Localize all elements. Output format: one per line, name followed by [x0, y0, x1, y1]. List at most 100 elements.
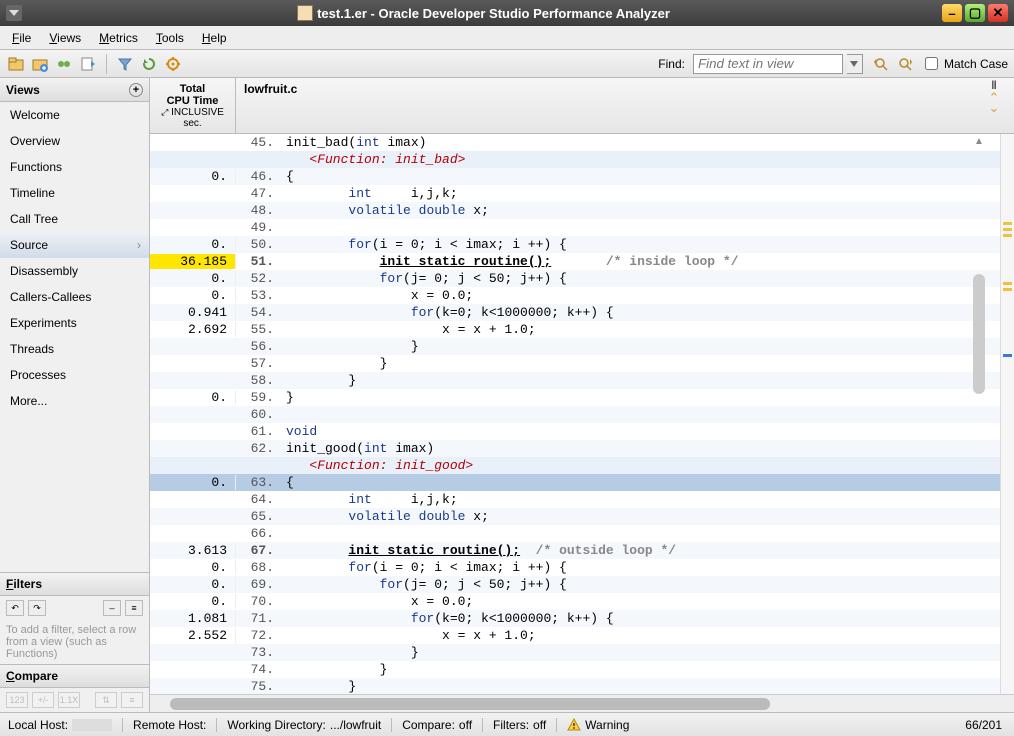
- compare-mode-3[interactable]: 1.1X: [58, 692, 80, 708]
- filters-header: Filters: [0, 573, 149, 596]
- compare-mode-2[interactable]: +/-: [32, 692, 54, 708]
- sidebar-item-processes[interactable]: Processes: [0, 362, 149, 388]
- source-line[interactable]: 0.68. for(i = 0; i < imax; i ++) {: [150, 559, 1000, 576]
- source-line[interactable]: 0.70. x = 0.0;: [150, 593, 1000, 610]
- maximize-button[interactable]: ▢: [965, 4, 985, 22]
- filter-undo-icon[interactable]: ↶: [6, 600, 24, 616]
- source-line[interactable]: 0.50. for(i = 0; i < imax; i ++) {: [150, 236, 1000, 253]
- source-line[interactable]: 74. }: [150, 661, 1000, 678]
- export-icon[interactable]: [78, 54, 98, 74]
- source-line[interactable]: 0.59.}: [150, 389, 1000, 406]
- compare-swap-icon[interactable]: ⇅: [95, 692, 117, 708]
- source-line[interactable]: 62.init_good(int imax): [150, 440, 1000, 457]
- source-line[interactable]: 64. int i,j,k;: [150, 491, 1000, 508]
- source-line[interactable]: 58. }: [150, 372, 1000, 389]
- minimap-mark[interactable]: [1003, 228, 1012, 231]
- source-line[interactable]: 60.: [150, 406, 1000, 423]
- code-cell: for(j= 0; j < 50; j++) {: [280, 271, 1000, 286]
- minimap-mark[interactable]: [1003, 354, 1012, 357]
- filter-redo-icon[interactable]: ↷: [28, 600, 46, 616]
- minimize-button[interactable]: –: [942, 4, 962, 22]
- source-line[interactable]: 36.18551. init_static_routine(); /* insi…: [150, 253, 1000, 270]
- source-line[interactable]: 0.94154. for(k=0; k<1000000; k++) {: [150, 304, 1000, 321]
- sidebar-item-threads[interactable]: Threads: [0, 336, 149, 362]
- metric-column-header[interactable]: Total CPU Time ⤢ INCLUSIVE sec.: [150, 78, 236, 133]
- file-column-header[interactable]: lowfruit.c: [236, 78, 986, 133]
- status-warning[interactable]: Warning: [556, 718, 639, 732]
- refresh-icon[interactable]: [139, 54, 159, 74]
- source-view[interactable]: 45.init_bad(int imax) <Function: init_ba…: [150, 134, 1000, 694]
- source-line[interactable]: 65. volatile double x;: [150, 508, 1000, 525]
- add-view-button[interactable]: +: [129, 83, 143, 97]
- sidebar-item-more-[interactable]: More...: [0, 388, 149, 414]
- source-line[interactable]: 66.: [150, 525, 1000, 542]
- find-next-icon[interactable]: [895, 54, 915, 74]
- sidebar-item-call-tree[interactable]: Call Tree: [0, 206, 149, 232]
- source-line[interactable]: 49.: [150, 219, 1000, 236]
- minimap-mark[interactable]: [1003, 234, 1012, 237]
- find-input[interactable]: [693, 54, 843, 74]
- source-line[interactable]: 48. volatile double x;: [150, 202, 1000, 219]
- sidebar-item-disassembly[interactable]: Disassembly: [0, 258, 149, 284]
- header-chevron-down-icon[interactable]: ⌄: [989, 103, 1000, 113]
- find-dropdown-button[interactable]: [847, 54, 863, 74]
- minimap-mark[interactable]: [1003, 282, 1012, 285]
- source-line[interactable]: 0.52. for(j= 0; j < 50; j++) {: [150, 270, 1000, 287]
- source-line[interactable]: 2.55272. x = x + 1.0;: [150, 627, 1000, 644]
- line-number: 61.: [236, 424, 280, 439]
- source-line[interactable]: <Function: init_bad>: [150, 151, 1000, 168]
- source-line[interactable]: 57. }: [150, 355, 1000, 372]
- source-line[interactable]: 0.53. x = 0.0;: [150, 287, 1000, 304]
- source-line[interactable]: 0.46.{: [150, 168, 1000, 185]
- source-line[interactable]: 47. int i,j,k;: [150, 185, 1000, 202]
- source-line[interactable]: 0.69. for(j= 0; j < 50; j++) {: [150, 576, 1000, 593]
- minimap-mark[interactable]: [1003, 288, 1012, 291]
- source-line[interactable]: 45.init_bad(int imax): [150, 134, 1000, 151]
- horizontal-scrollbar[interactable]: [150, 694, 1014, 712]
- source-line[interactable]: 3.61367. init_static_routine(); /* outsi…: [150, 542, 1000, 559]
- settings-icon[interactable]: [163, 54, 183, 74]
- close-button[interactable]: ✕: [988, 4, 1008, 22]
- sidebar-item-welcome[interactable]: Welcome: [0, 102, 149, 128]
- overview-strip[interactable]: [1000, 134, 1014, 694]
- menu-file[interactable]: File: [4, 29, 39, 47]
- menu-views[interactable]: Views: [41, 29, 89, 47]
- hscroll-thumb[interactable]: [170, 698, 770, 710]
- filter-icon[interactable]: [115, 54, 135, 74]
- filter-clear-icon[interactable]: –: [103, 600, 121, 616]
- compare-menu-icon[interactable]: ≡: [121, 692, 143, 708]
- menu-tools[interactable]: Tools: [148, 29, 192, 47]
- source-line[interactable]: 0.63.{: [150, 474, 1000, 491]
- menu-metrics[interactable]: Metrics: [91, 29, 146, 47]
- sidebar-item-functions[interactable]: Functions: [0, 154, 149, 180]
- connect-icon[interactable]: [54, 54, 74, 74]
- code-cell: int i,j,k;: [280, 492, 1000, 507]
- source-line[interactable]: 75. }: [150, 678, 1000, 694]
- filter-menu-icon[interactable]: ≡: [125, 600, 143, 616]
- menu-help[interactable]: Help: [194, 29, 235, 47]
- source-line[interactable]: <Function: init_good>: [150, 457, 1000, 474]
- line-number: 55.: [236, 322, 280, 337]
- source-line[interactable]: 73. }: [150, 644, 1000, 661]
- vertical-scrollbar[interactable]: ▲: [972, 134, 986, 694]
- status-bar: Local Host: Remote Host: Working Directo…: [0, 712, 1014, 736]
- sidebar-item-timeline[interactable]: Timeline: [0, 180, 149, 206]
- open-experiment-icon[interactable]: [6, 54, 26, 74]
- scroll-thumb[interactable]: [973, 274, 985, 394]
- minimap-mark[interactable]: [1003, 222, 1012, 225]
- app-menu-icon[interactable]: [6, 5, 22, 21]
- sidebar-item-source[interactable]: Source: [0, 232, 149, 258]
- sidebar-item-experiments[interactable]: Experiments: [0, 310, 149, 336]
- add-experiment-icon[interactable]: [30, 54, 50, 74]
- source-line[interactable]: 56. }: [150, 338, 1000, 355]
- match-case-checkbox[interactable]: [925, 57, 938, 70]
- source-line[interactable]: 61.void: [150, 423, 1000, 440]
- scroll-up-icon[interactable]: ▲: [972, 134, 986, 148]
- sidebar-item-overview[interactable]: Overview: [0, 128, 149, 154]
- find-prev-icon[interactable]: [871, 54, 891, 74]
- source-line[interactable]: 1.08171. for(k=0; k<1000000; k++) {: [150, 610, 1000, 627]
- source-line[interactable]: 2.69255. x = x + 1.0;: [150, 321, 1000, 338]
- code-cell: init_static_routine(); /* outside loop *…: [280, 543, 1000, 558]
- compare-mode-1[interactable]: 123: [6, 692, 28, 708]
- sidebar-item-callers-callees[interactable]: Callers-Callees: [0, 284, 149, 310]
